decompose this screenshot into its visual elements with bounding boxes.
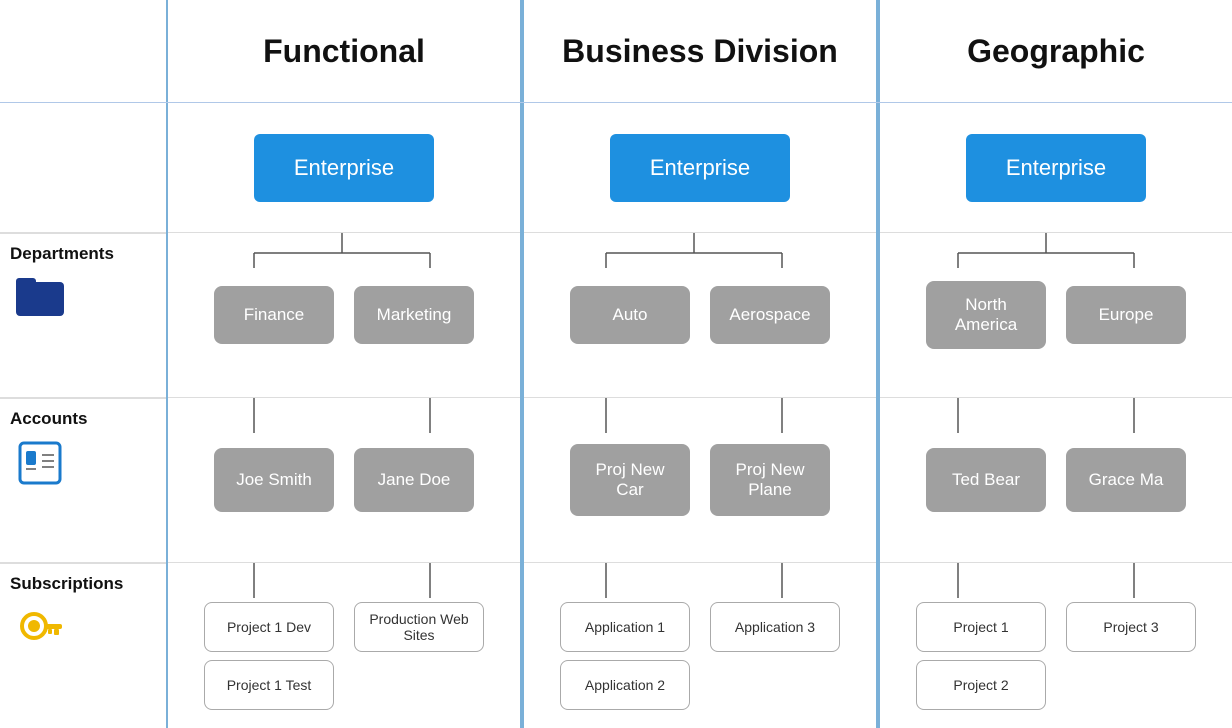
geographic-subs-right: Project 3 <box>1066 602 1196 652</box>
departments-label-section: Departments <box>0 233 166 398</box>
business-subs-left: Application 1 Application 2 <box>560 602 690 710</box>
functional-enterprise-node[interactable]: Enterprise <box>254 134 434 202</box>
functional-account-joe[interactable]: Joe Smith <box>214 448 334 512</box>
business-dept-aerospace[interactable]: Aerospace <box>710 286 830 344</box>
functional-departments-cell: Finance Marketing <box>168 233 520 398</box>
business-accounts: Proj New Car Proj New Plane <box>570 444 830 516</box>
business-subs: Application 1 Application 2 Application … <box>560 582 840 710</box>
geographic-subs: Project 1 Project 2 Project 3 <box>916 582 1196 710</box>
header-business: Business Division <box>522 0 878 102</box>
functional-accounts: Joe Smith Jane Doe <box>214 448 474 512</box>
geographic-dept-northamerica[interactable]: North America <box>926 281 1046 349</box>
departments-label: Departments <box>10 244 114 264</box>
business-account-projnewcar[interactable]: Proj New Car <box>570 444 690 516</box>
functional-subs-right: Production Web Sites <box>354 602 484 652</box>
subscriptions-label-section: Subscriptions <box>0 563 166 728</box>
business-subs-right: Application 3 <box>710 602 840 652</box>
geographic-subs-left: Project 1 Project 2 <box>916 602 1046 710</box>
business-sub-app2[interactable]: Application 2 <box>560 660 690 710</box>
geographic-enterprise-cell: Enterprise <box>880 103 1232 233</box>
functional-accounts-cell: Joe Smith Jane Doe <box>168 398 520 563</box>
geographic-account-gracema[interactable]: Grace Ma <box>1066 448 1186 512</box>
functional-account-jane[interactable]: Jane Doe <box>354 448 474 512</box>
business-depts: Auto Aerospace <box>570 286 830 344</box>
functional-depts: Finance Marketing <box>214 286 474 344</box>
labels-column: Departments Accounts <box>0 103 166 728</box>
geographic-departments-cell: North America Europe <box>880 233 1232 398</box>
business-sub-app1[interactable]: Application 1 <box>560 602 690 652</box>
subscriptions-label: Subscriptions <box>10 574 123 594</box>
business-enterprise-node[interactable]: Enterprise <box>610 134 790 202</box>
accounts-label: Accounts <box>10 409 87 429</box>
geographic-sub-proj2[interactable]: Project 2 <box>916 660 1046 710</box>
geographic-accounts: Ted Bear Grace Ma <box>926 448 1186 512</box>
geographic-sub-proj1[interactable]: Project 1 <box>916 602 1046 652</box>
business-title: Business Division <box>562 33 838 70</box>
geographic-account-tedbear[interactable]: Ted Bear <box>926 448 1046 512</box>
key-icon <box>16 604 64 657</box>
data-columns: Enterprise Finance Marketing <box>166 103 1232 728</box>
account-icon <box>16 439 64 492</box>
business-column: Enterprise Auto Aerospace <box>522 103 878 728</box>
header-functional: Functional <box>166 0 522 102</box>
business-dept-auto[interactable]: Auto <box>570 286 690 344</box>
geographic-column: Enterprise North America Europe <box>878 103 1232 728</box>
functional-dept-marketing[interactable]: Marketing <box>354 286 474 344</box>
functional-sub-prodweb[interactable]: Production Web Sites <box>354 602 484 652</box>
functional-dept-finance[interactable]: Finance <box>214 286 334 344</box>
geographic-dept-europe[interactable]: Europe <box>1066 286 1186 344</box>
geographic-subscriptions-cell: Project 1 Project 2 Project 3 <box>880 563 1232 728</box>
business-enterprise-cell: Enterprise <box>524 103 876 233</box>
geographic-depts: North America Europe <box>926 281 1186 349</box>
geographic-enterprise-node[interactable]: Enterprise <box>966 134 1146 202</box>
functional-sub-proj1dev[interactable]: Project 1 Dev <box>204 602 334 652</box>
functional-sub-proj1test[interactable]: Project 1 Test <box>204 660 334 710</box>
business-subscriptions-cell: Application 1 Application 2 Application … <box>524 563 876 728</box>
business-accounts-cell: Proj New Car Proj New Plane <box>524 398 876 563</box>
functional-title: Functional <box>263 33 425 70</box>
diagram-container: Functional Business Division Geographic … <box>0 0 1232 728</box>
functional-subscriptions-cell: Project 1 Dev Project 1 Test Production … <box>168 563 520 728</box>
main-content: Departments Accounts <box>0 103 1232 728</box>
geographic-sub-proj3[interactable]: Project 3 <box>1066 602 1196 652</box>
folder-icon <box>16 274 64 321</box>
header-geographic: Geographic <box>878 0 1232 102</box>
geographic-title: Geographic <box>967 33 1145 70</box>
accounts-label-section: Accounts <box>0 398 166 563</box>
business-departments-cell: Auto Aerospace <box>524 233 876 398</box>
business-sub-app3[interactable]: Application 3 <box>710 602 840 652</box>
functional-subs-left: Project 1 Dev Project 1 Test <box>204 602 334 710</box>
business-account-projnewplane[interactable]: Proj New Plane <box>710 444 830 516</box>
headers-row: Functional Business Division Geographic <box>0 0 1232 103</box>
enterprise-label-spacer <box>0 103 166 233</box>
functional-subs: Project 1 Dev Project 1 Test Production … <box>204 582 484 710</box>
geographic-accounts-cell: Ted Bear Grace Ma <box>880 398 1232 563</box>
header-spacer <box>0 0 166 102</box>
functional-enterprise-cell: Enterprise <box>168 103 520 233</box>
functional-column: Enterprise Finance Marketing <box>166 103 522 728</box>
